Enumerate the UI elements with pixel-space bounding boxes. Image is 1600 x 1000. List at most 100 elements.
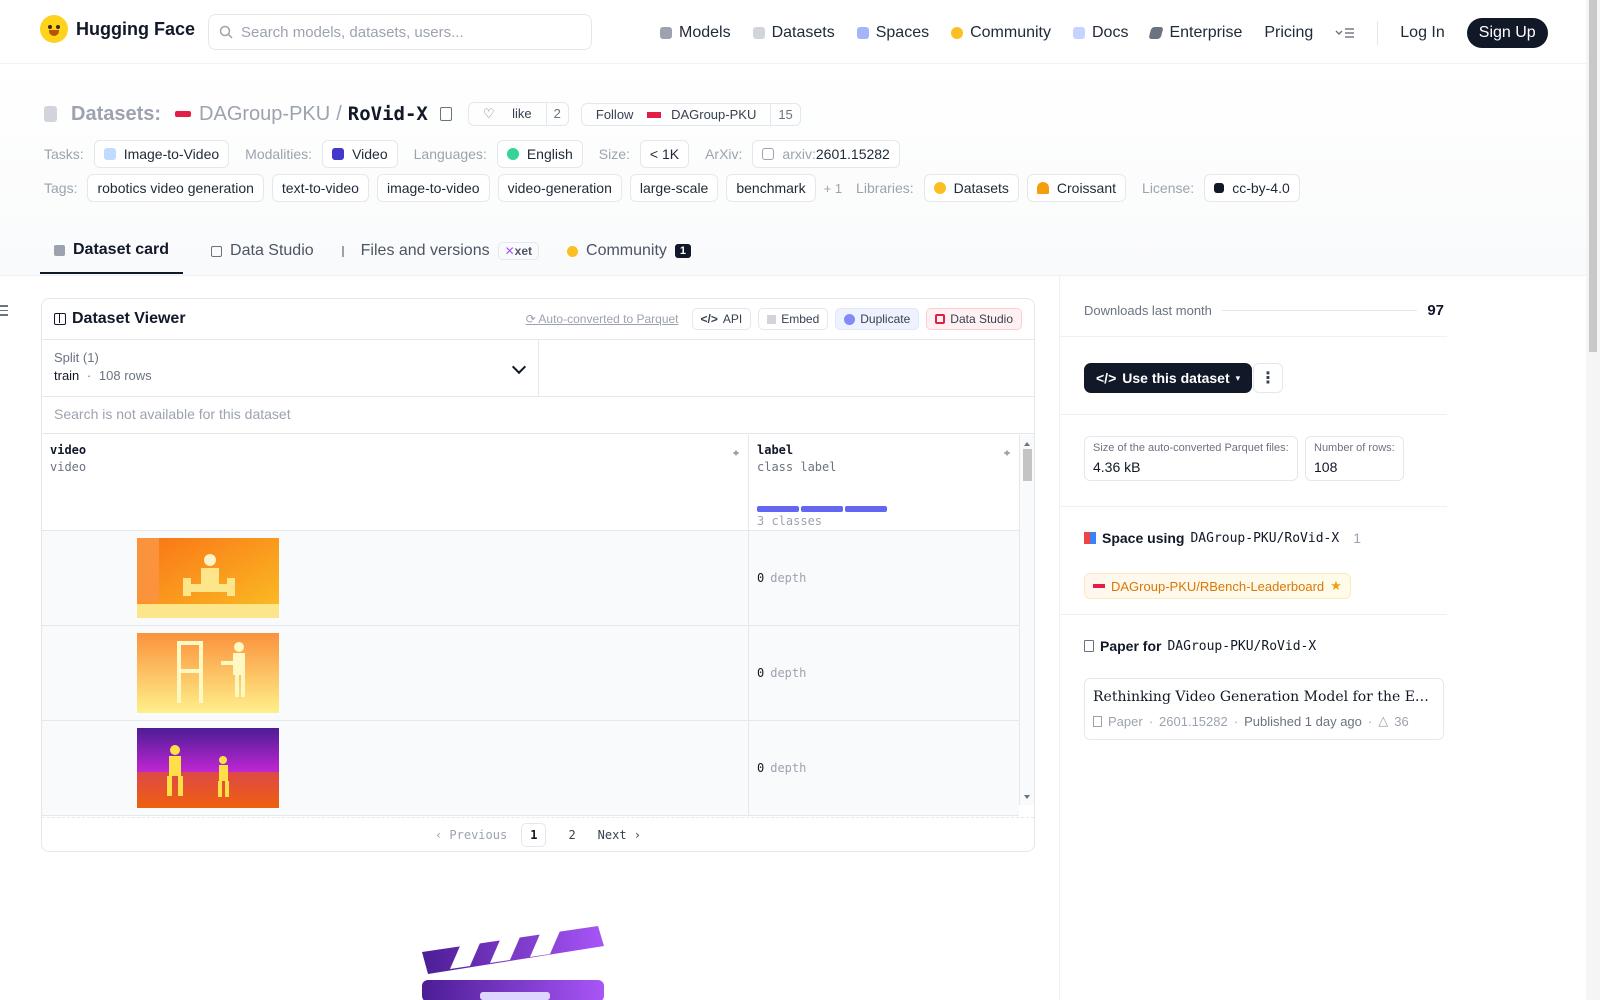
nav-docs[interactable]: Docs — [1073, 24, 1128, 42]
viewer-title: Dataset Viewer — [54, 310, 186, 328]
nav-community[interactable]: Community — [951, 24, 1051, 42]
scroll-up-icon[interactable] — [1024, 439, 1030, 446]
size-tag[interactable]: < 1K — [639, 140, 690, 168]
tab-data-studio[interactable]: Data Studio — [211, 228, 314, 274]
license-tag[interactable]: cc-by-4.0 — [1204, 174, 1300, 202]
tag-item[interactable]: video-generation — [497, 174, 622, 202]
video-thumbnail[interactable] — [137, 633, 279, 713]
paper-card[interactable]: Rethinking Video Generation Model for th… — [1084, 678, 1444, 740]
video-cell — [42, 721, 749, 815]
tags-more-link[interactable]: + 1 — [824, 181, 842, 196]
tag-item[interactable]: text-to-video — [271, 174, 369, 202]
breadcrumb-org[interactable]: DAGroup-PKU — [199, 103, 330, 126]
toc-toggle-icon[interactable] — [0, 302, 10, 318]
tag-item[interactable]: large-scale — [629, 174, 719, 202]
more-options-button[interactable]: ⋮ — [1253, 363, 1283, 393]
paper-title[interactable]: Rethinking Video Generation Model for th… — [1093, 689, 1435, 705]
login-link[interactable]: Log In — [1400, 24, 1444, 42]
divider — [1060, 506, 1447, 507]
paper-icon — [762, 148, 775, 160]
tab-dataset-card[interactable]: Dataset card — [40, 228, 184, 274]
language-tag[interactable]: English — [496, 140, 583, 168]
nav-models[interactable]: Models — [660, 24, 731, 42]
space-using-label: Space using — [1102, 530, 1185, 546]
library-label: Datasets — [953, 180, 1009, 196]
next-page-button[interactable]: Next › — [598, 828, 641, 842]
use-this-dataset-button[interactable]: </> Use this dataset ▾ — [1084, 363, 1253, 393]
tag-item[interactable]: benchmark — [726, 174, 816, 202]
class-distribution-bars[interactable] — [757, 506, 1011, 512]
nav-datasets[interactable]: Datasets — [752, 24, 835, 42]
page-button-2[interactable]: 2 — [560, 824, 583, 846]
table-row[interactable]: 0 depth — [42, 626, 1019, 721]
tag-item[interactable]: robotics video generation — [87, 174, 264, 202]
tab-files-and-versions[interactable]: Files and versions ✕xet — [341, 228, 540, 274]
video-thumbnail[interactable] — [137, 728, 279, 808]
breadcrumb-section[interactable]: Datasets: — [71, 103, 161, 126]
license-tag-label: cc-by-4.0 — [1232, 180, 1290, 196]
code-icon: </> — [700, 312, 718, 326]
like-count[interactable]: 2 — [545, 103, 568, 125]
auto-converted-link[interactable]: ⟳ Auto-converted to Parquet — [526, 312, 679, 326]
arxiv-id: 2601.15282 — [815, 146, 890, 162]
page-button-1[interactable]: 1 — [521, 822, 547, 847]
nav-spaces[interactable]: Spaces — [856, 24, 929, 42]
duplicate-button[interactable]: Duplicate — [835, 308, 920, 330]
modality-tag-label: Video — [352, 146, 388, 162]
follow-count[interactable]: 15 — [770, 103, 799, 125]
page-scrollbar[interactable] — [1586, 0, 1600, 1000]
scrollbar-thumb[interactable] — [1023, 449, 1032, 481]
split-selector[interactable]: Split (1) train · 108 rows — [42, 340, 539, 396]
dot-separator: · — [1148, 713, 1154, 729]
label-value: 0 — [757, 666, 765, 680]
library-tag-croissant[interactable]: Croissant — [1026, 174, 1127, 202]
class-bar — [801, 506, 843, 512]
label-cell: 0 depth — [749, 626, 1019, 720]
search-box[interactable] — [208, 14, 592, 50]
task-tag[interactable]: Image-to-Video — [93, 140, 230, 168]
follow-button[interactable]: Follow DAGroup-PKU 15 — [580, 102, 801, 126]
previous-page-button[interactable]: ‹ Previous — [435, 828, 507, 842]
table-scrollbar[interactable] — [1019, 435, 1034, 805]
sort-icon[interactable] — [1004, 447, 1011, 459]
search-input[interactable] — [241, 23, 571, 41]
table-row[interactable]: 0 depth — [42, 531, 1019, 626]
library-tag-datasets[interactable]: Datasets — [923, 174, 1019, 202]
column-header-label[interactable]: label class label 3 classes — [749, 435, 1019, 530]
column-type: video — [50, 460, 87, 474]
like-button[interactable]: ♡ like 2 — [467, 102, 569, 126]
tasks-label: Tasks: — [44, 146, 84, 162]
language-tag-label: English — [526, 146, 573, 162]
data-studio-button[interactable]: Data Studio — [926, 308, 1022, 330]
repo-name[interactable]: RoVid-X — [348, 103, 428, 125]
nav-enterprise[interactable]: Enterprise — [1148, 24, 1242, 42]
copy-icon[interactable] — [439, 107, 452, 121]
brand-link[interactable]: Hugging Face — [40, 15, 195, 43]
size-label: Size: — [598, 146, 630, 162]
signup-button[interactable]: Sign Up — [1466, 18, 1548, 48]
hug-icon — [933, 182, 946, 194]
nav-more-menu[interactable] — [1335, 27, 1355, 39]
page-scrollbar-thumb[interactable] — [1589, 0, 1597, 352]
video-cell — [42, 531, 749, 625]
api-button[interactable]: </> API — [691, 308, 752, 330]
modality-tag[interactable]: Video — [322, 140, 398, 168]
scroll-down-icon[interactable] — [1024, 795, 1030, 802]
paper-meta: Paper · 2601.15282 · Published 1 day ago… — [1093, 713, 1435, 729]
sort-icon[interactable] — [733, 447, 740, 459]
video-thumbnail[interactable] — [137, 538, 279, 618]
tab-community[interactable]: Community 1 — [567, 228, 692, 274]
embed-button[interactable]: Embed — [758, 308, 829, 330]
arxiv-tag[interactable]: arxiv: 2601.15282 — [752, 140, 900, 168]
spaces-grid-icon — [1084, 532, 1096, 544]
paper-upvotes: 36 — [1394, 713, 1409, 729]
table-row[interactable]: 0 depth — [42, 721, 1019, 816]
tag-item[interactable]: image-to-video — [376, 174, 490, 202]
space-link-rbench-leaderboard[interactable]: DAGroup-PKU/RBench-Leaderboard ★ — [1084, 573, 1351, 599]
tab-label: Community — [586, 242, 667, 259]
paper-for-label: Paper for — [1100, 638, 1162, 654]
column-header-video[interactable]: video video — [42, 435, 749, 530]
viewer-header: Dataset Viewer ⟳ Auto-converted to Parqu… — [42, 299, 1034, 340]
croissant-icon — [1036, 182, 1049, 194]
nav-pricing[interactable]: Pricing — [1264, 24, 1313, 42]
